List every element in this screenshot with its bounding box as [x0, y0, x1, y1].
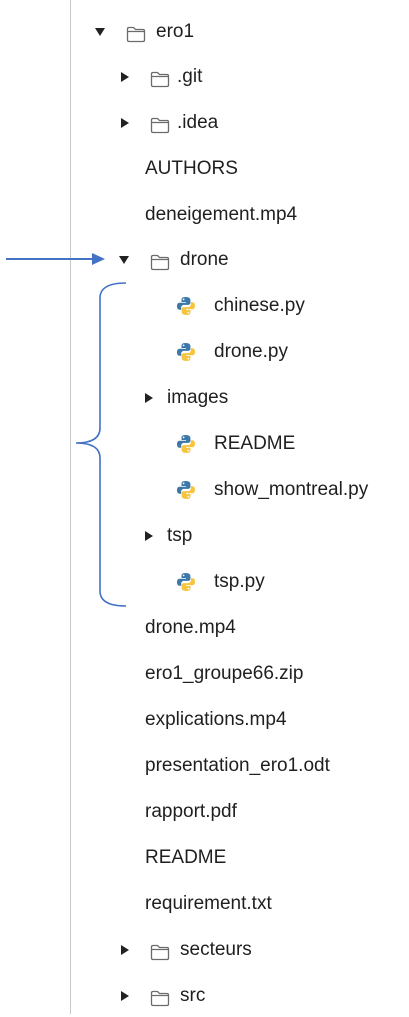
tree-row-label: README	[145, 847, 227, 868]
folder-icon	[150, 68, 170, 88]
triangle-down-icon[interactable]	[117, 245, 131, 275]
annotation-arrow-icon	[6, 253, 105, 265]
folder-icon	[150, 114, 170, 134]
tree-row-label: ero1_groupe66.zip	[145, 663, 304, 684]
folder-icon	[126, 23, 146, 43]
tree-row-label: images	[167, 387, 229, 408]
folder-icon	[150, 251, 170, 271]
explorer-left-border	[70, 0, 71, 1014]
tree-row-label: presentation_ero1.odt	[145, 755, 330, 776]
triangle-right-icon[interactable]	[118, 62, 132, 92]
tree-row-label: explications.mp4	[145, 709, 287, 730]
python-icon	[176, 434, 196, 454]
tree-row-label: rapport.pdf	[145, 801, 237, 822]
triangle-right-icon[interactable]	[118, 108, 132, 138]
triangle-right-icon[interactable]	[118, 981, 132, 1011]
triangle-right-icon[interactable]	[142, 521, 156, 551]
python-icon	[176, 572, 196, 592]
python-icon	[176, 342, 196, 362]
tree-row-label: show_montreal.py	[214, 479, 369, 500]
tree-row-label: tsp.py	[214, 571, 265, 592]
tree-row-label: tsp	[167, 525, 193, 546]
triangle-down-icon[interactable]	[93, 17, 107, 47]
tree-row-label: src	[180, 985, 206, 1006]
python-icon	[176, 296, 196, 316]
triangle-right-icon[interactable]	[142, 383, 156, 413]
tree-row-label: drone.mp4	[145, 617, 236, 638]
python-icon	[176, 480, 196, 500]
tree-row-label: README	[214, 433, 296, 454]
tree-row-label: secteurs	[180, 939, 252, 960]
tree-row-label: .idea	[177, 112, 219, 133]
annotation-brace-icon	[75, 282, 127, 607]
folder-icon	[150, 987, 170, 1007]
triangle-right-icon[interactable]	[118, 935, 132, 965]
tree-row-label: drone	[180, 249, 229, 270]
tree-row-label: deneigement.mp4	[145, 204, 298, 225]
tree-row-label: drone.py	[214, 341, 288, 362]
tree-row-label: requirement.txt	[145, 893, 272, 914]
tree-row-label: ero1	[156, 21, 195, 42]
tree-row-label: AUTHORS	[145, 158, 238, 179]
tree-row-label: chinese.py	[214, 295, 305, 316]
tree-row-label: .git	[177, 66, 203, 87]
folder-icon	[150, 941, 170, 961]
